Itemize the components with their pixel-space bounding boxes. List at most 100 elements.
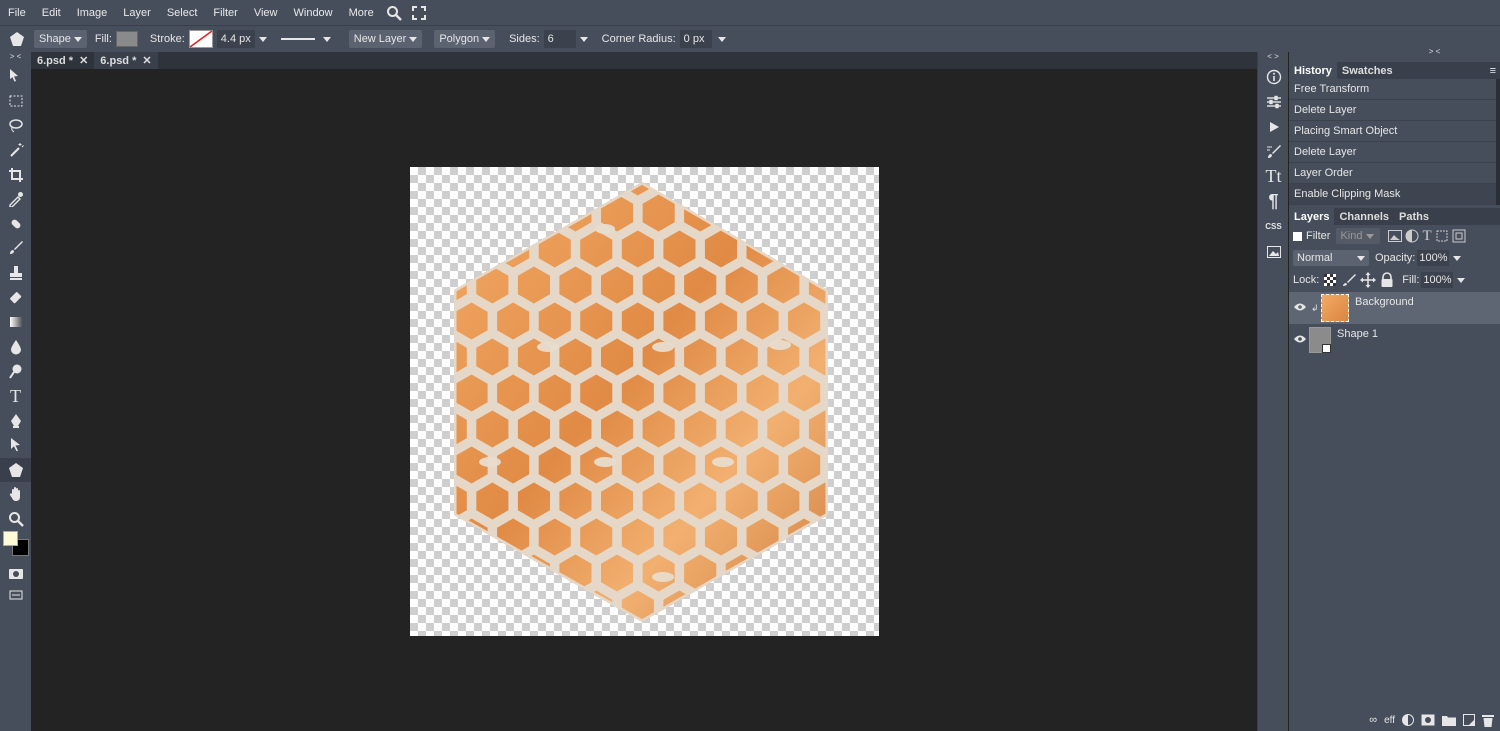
opacity-field[interactable]: 100% <box>1417 250 1450 266</box>
stroke-style-select[interactable] <box>280 36 331 42</box>
menu-more[interactable]: More <box>341 7 382 19</box>
dodge-tool-icon[interactable] <box>0 359 31 384</box>
zoom-tool-icon[interactable] <box>0 507 31 532</box>
foreground-color-swatch[interactable] <box>3 531 18 547</box>
filter-text-icon[interactable]: T <box>1422 228 1431 245</box>
hand-tool-icon[interactable] <box>0 482 31 507</box>
move-tool-icon[interactable] <box>0 64 31 89</box>
stroke-swatch[interactable] <box>188 30 213 48</box>
quick-mask-icon[interactable] <box>0 561 31 586</box>
stroke-width-dropdown-icon[interactable] <box>258 36 267 42</box>
new-layer-icon[interactable] <box>1463 714 1475 726</box>
history-item[interactable]: Free Transform <box>1289 79 1496 100</box>
color-swatches[interactable] <box>0 531 31 561</box>
menu-view[interactable]: View <box>246 7 286 19</box>
character-icon[interactable]: Tt <box>1258 164 1289 189</box>
kind-select[interactable]: Kind <box>1336 228 1381 244</box>
menu-select[interactable]: Select <box>159 7 206 19</box>
panel-expand-toggle[interactable]: < > <box>1258 52 1288 64</box>
lock-move-icon[interactable] <box>1360 272 1377 288</box>
history-item[interactable]: Delete Layer <box>1289 100 1496 121</box>
image-canvas[interactable] <box>410 167 879 636</box>
lock-all-icon[interactable] <box>1380 272 1394 288</box>
lock-paint-icon[interactable] <box>1342 273 1357 287</box>
document-tab-active[interactable]: 6.psd * ✕ <box>94 52 158 69</box>
tab-layers[interactable]: Layers <box>1289 208 1335 225</box>
menu-layer[interactable]: Layer <box>115 7 159 19</box>
healing-brush-tool-icon[interactable] <box>0 212 31 237</box>
filter-smart-object-icon[interactable] <box>1452 229 1466 243</box>
menu-image[interactable]: Image <box>69 7 116 19</box>
menu-edit[interactable]: Edit <box>34 7 69 19</box>
eraser-tool-icon[interactable] <box>0 285 31 310</box>
magic-wand-tool-icon[interactable] <box>0 138 31 163</box>
tab-paths[interactable]: Paths <box>1394 208 1434 225</box>
gradient-tool-icon[interactable] <box>0 310 31 335</box>
crop-tool-icon[interactable] <box>0 162 31 187</box>
adjustments-icon[interactable] <box>1258 89 1289 114</box>
effects-button[interactable]: eff <box>1384 715 1395 726</box>
close-icon[interactable]: ✕ <box>142 54 151 67</box>
history-item[interactable]: Enable Clipping Mask <box>1289 184 1496 205</box>
history-item[interactable]: Placing Smart Object <box>1289 121 1496 142</box>
css-icon[interactable]: CSS <box>1258 214 1289 239</box>
brush-settings-icon[interactable] <box>1258 139 1289 164</box>
new-group-folder-icon[interactable] <box>1442 714 1456 726</box>
eye-icon[interactable] <box>1289 334 1311 346</box>
filter-image-icon[interactable] <box>1388 230 1403 242</box>
layer-row-shape-1[interactable]: Shape 1 <box>1289 324 1500 356</box>
document-tab[interactable]: 6.psd * ✕ <box>31 52 94 69</box>
layer-row-background[interactable]: ↲ Background <box>1289 292 1500 324</box>
blur-tool-icon[interactable] <box>0 335 31 360</box>
adjustment-layer-icon[interactable] <box>1402 714 1414 726</box>
panel-collapse-toggle[interactable]: > < <box>0 52 31 64</box>
fill-dropdown-icon[interactable] <box>1457 277 1466 283</box>
corner-radius-dropdown-icon[interactable] <box>717 36 726 42</box>
tab-swatches[interactable]: Swatches <box>1337 62 1398 79</box>
add-mask-icon[interactable] <box>1421 714 1435 726</box>
tab-history[interactable]: History <box>1289 62 1337 79</box>
menu-file[interactable]: File <box>0 7 34 19</box>
filter-adjustment-icon[interactable] <box>1405 229 1419 243</box>
menu-filter[interactable]: Filter <box>205 7 245 19</box>
text-tool-icon[interactable]: T <box>0 384 31 409</box>
brush-tool-icon[interactable] <box>0 236 31 261</box>
sides-field[interactable]: 6 <box>543 30 576 48</box>
search-icon[interactable] <box>386 5 402 21</box>
pen-tool-icon[interactable] <box>0 408 31 433</box>
stroke-width-field[interactable]: 4.4 px <box>216 30 255 48</box>
image-icon[interactable] <box>1258 239 1289 264</box>
corner-radius-field[interactable]: 0 px <box>679 30 712 48</box>
stamp-tool-icon[interactable] <box>0 261 31 286</box>
delete-layer-trash-icon[interactable] <box>1482 714 1494 727</box>
actions-play-icon[interactable] <box>1258 114 1289 139</box>
eyedropper-tool-icon[interactable] <box>0 187 31 212</box>
history-item[interactable]: Layer Order <box>1289 163 1496 184</box>
polygon-tool-icon[interactable] <box>0 457 31 483</box>
link-icon[interactable]: ∞ <box>1369 714 1377 726</box>
path-select-tool-icon[interactable] <box>0 433 31 458</box>
layer-mode-select[interactable]: New Layer <box>348 30 423 48</box>
shape-type-select[interactable]: Polygon <box>434 30 496 48</box>
eye-icon[interactable] <box>1289 302 1311 314</box>
paragraph-icon[interactable]: ¶ <box>1258 189 1289 214</box>
marquee-tool-icon[interactable] <box>0 89 31 114</box>
lock-transparency-icon[interactable] <box>1323 273 1337 287</box>
sides-dropdown-icon[interactable] <box>579 36 588 42</box>
filter-shape-icon[interactable] <box>1435 229 1449 243</box>
info-icon[interactable] <box>1258 64 1289 89</box>
opacity-dropdown-icon[interactable] <box>1453 255 1462 261</box>
fullscreen-icon[interactable] <box>411 5 426 20</box>
close-icon[interactable]: ✕ <box>79 54 88 67</box>
blend-mode-select[interactable]: Normal <box>1293 250 1369 266</box>
panel-collapse-toggle-right[interactable]: > < <box>1369 48 1500 56</box>
fill-swatch[interactable] <box>115 31 138 47</box>
screen-mode-icon[interactable] <box>0 586 31 604</box>
fill-field[interactable]: 100% <box>1421 272 1454 288</box>
lasso-tool-icon[interactable] <box>0 113 31 138</box>
filter-checkbox[interactable] <box>1293 231 1302 241</box>
tab-channels[interactable]: Channels <box>1334 208 1394 225</box>
panel-menu-icon[interactable]: ≡ <box>1490 65 1500 77</box>
tool-mode-select[interactable]: Shape <box>34 30 87 48</box>
history-item[interactable]: Delete Layer <box>1289 142 1496 163</box>
